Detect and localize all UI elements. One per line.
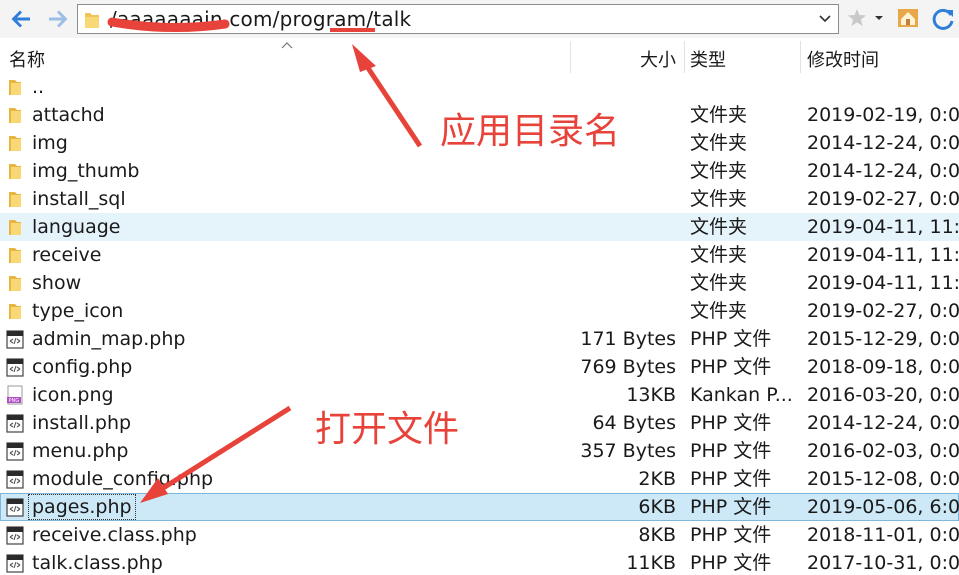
annotation-open-file-label: 打开文件 — [315, 409, 460, 450]
annotation-layer — [107, 17, 423, 503]
annotation-arrow-open-file — [140, 405, 292, 503]
annotation-app-dir-label: 应用目录名 — [440, 111, 621, 152]
redaction-mark — [107, 17, 230, 33]
annotation-arrow-app-dir — [352, 44, 423, 148]
